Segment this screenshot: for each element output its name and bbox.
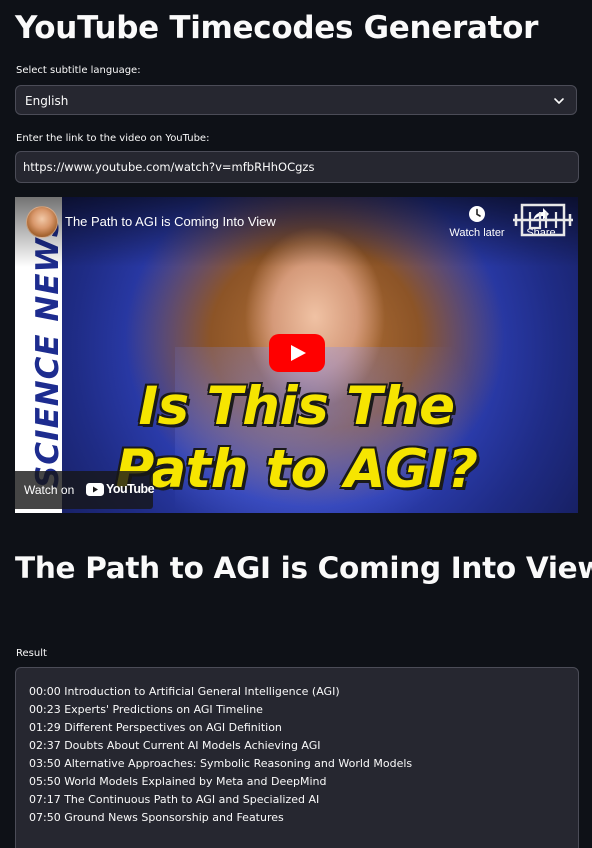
language-select[interactable]: English	[15, 85, 577, 115]
channel-watermark-icon	[513, 203, 573, 237]
embed-video-title[interactable]: The Path to AGI is Coming Into View	[65, 213, 276, 231]
timecode-line: 00:00 Introduction to Artificial General…	[29, 685, 340, 698]
url-input-label: Enter the link to the video on YouTube:	[16, 133, 210, 144]
timecode-line: 00:23 Experts' Predictions on AGI Timeli…	[29, 703, 263, 716]
video-url-input[interactable]	[15, 151, 579, 183]
thumbnail-overlay-line-1: Is This The	[138, 376, 455, 437]
watch-later-button[interactable]: Watch later	[447, 205, 507, 239]
timecode-line: 02:37 Doubts About Current AI Models Ach…	[29, 739, 321, 752]
timecode-line: 01:29 Different Perspectives on AGI Defi…	[29, 721, 282, 734]
youtube-logo-text: YouTube	[106, 482, 155, 496]
chevron-down-icon	[554, 98, 564, 104]
timecode-line: 03:50 Alternative Approaches: Symbolic R…	[29, 757, 413, 770]
timecode-line: 07:50 Ground News Sponsorship and Featur…	[29, 811, 284, 824]
result-label: Result	[16, 648, 47, 659]
youtube-logo-icon	[86, 483, 104, 496]
play-icon[interactable]	[269, 334, 325, 372]
video-title-heading: The Path to AGI is Coming Into View	[15, 551, 592, 585]
watch-later-label: Watch later	[449, 227, 505, 239]
timecode-line: 05:50 World Models Explained by Meta and…	[29, 775, 327, 788]
app-page: YouTube Timecodes Generator Select subti…	[0, 0, 592, 848]
timecode-line: 07:17 The Continuous Path to AGI and Spe…	[29, 793, 320, 806]
watch-on-label: Watch on	[24, 483, 75, 497]
clock-icon	[469, 206, 485, 222]
youtube-embed-player[interactable]: SCIENCE NEWS Is This The Path to AGI? Th…	[15, 197, 578, 513]
language-select-value: English	[25, 94, 69, 108]
result-textarea[interactable]: 00:00 Introduction to Artificial General…	[15, 667, 579, 848]
watch-on-youtube-button[interactable]: Watch on YouTube	[15, 471, 155, 509]
channel-avatar[interactable]	[26, 206, 58, 238]
app-title: YouTube Timecodes Generator	[15, 10, 539, 46]
language-select-label: Select subtitle language:	[16, 65, 141, 76]
